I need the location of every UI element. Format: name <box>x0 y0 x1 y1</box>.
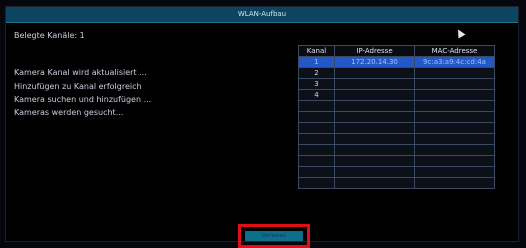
table-row[interactable] <box>298 144 495 156</box>
cell-mac <box>414 67 495 79</box>
cell-mac: 9c:a3:a9:4c:cd:4a <box>414 56 495 68</box>
cell-mac <box>414 133 495 145</box>
table-row[interactable]: 2 <box>298 67 495 79</box>
column-header-ip: IP-Adresse <box>334 45 415 57</box>
table-row[interactable] <box>298 111 495 123</box>
cell-mac <box>414 100 495 112</box>
cell-mac <box>414 177 495 189</box>
cell-mac <box>414 111 495 123</box>
cell-channel <box>298 155 335 167</box>
cell-channel <box>298 111 335 123</box>
cell-mac <box>414 144 495 156</box>
table-row[interactable] <box>298 133 495 145</box>
cell-mac <box>414 122 495 134</box>
highlight-box: Verlassen <box>238 224 310 248</box>
column-header-mac: MAC-Adresse <box>414 45 495 57</box>
table-row[interactable] <box>298 155 495 167</box>
table-row[interactable] <box>298 122 495 134</box>
cell-channel: 1 <box>298 56 335 68</box>
cell-channel <box>298 100 335 112</box>
cell-channel: 4 <box>298 89 335 101</box>
dialog-title: WLAN-Aufbau <box>6 7 518 23</box>
cell-mac <box>414 166 495 178</box>
channel-table: Kanal IP-Adresse MAC-Adresse 1 172.20.14.… <box>298 45 495 189</box>
table-row[interactable] <box>298 166 495 178</box>
wlan-setup-dialog: WLAN-Aufbau Belegte Kanäle: 1 Kamera Kan… <box>5 6 519 248</box>
cell-channel <box>298 177 335 189</box>
status-line: Hinzufügen zu Kanal erfolgreich <box>14 82 142 91</box>
cell-ip <box>334 166 415 178</box>
status-line: Kamera suchen und hinzufügen ... <box>14 95 152 104</box>
mouse-cursor-icon <box>454 27 466 39</box>
cell-channel: 2 <box>298 67 335 79</box>
table-header-row: Kanal IP-Adresse MAC-Adresse <box>298 45 495 57</box>
cell-ip <box>334 133 415 145</box>
table-row[interactable] <box>298 100 495 112</box>
cell-ip: 172.20.14.30 <box>334 56 415 68</box>
cell-ip <box>334 89 415 101</box>
table-row[interactable]: 3 <box>298 78 495 90</box>
cell-ip <box>334 111 415 123</box>
table-row[interactable]: 4 <box>298 89 495 101</box>
cell-ip <box>334 144 415 156</box>
cell-mac <box>414 155 495 167</box>
cell-ip <box>334 67 415 79</box>
cell-ip <box>334 155 415 167</box>
cell-channel <box>298 133 335 145</box>
table-row[interactable]: 1 172.20.14.30 9c:a3:a9:4c:cd:4a <box>298 56 495 68</box>
cell-mac <box>414 89 495 101</box>
status-line: Kameras werden gesucht... <box>14 108 124 117</box>
cell-channel <box>298 144 335 156</box>
cell-channel <box>298 122 335 134</box>
cell-ip <box>334 100 415 112</box>
cell-ip <box>334 122 415 134</box>
status-line: Kamera Kanal wird aktualisiert ... <box>14 68 147 77</box>
table-row[interactable] <box>298 177 495 189</box>
cell-channel: 3 <box>298 78 335 90</box>
cell-channel <box>298 166 335 178</box>
cell-mac <box>414 78 495 90</box>
exit-button[interactable]: Verlassen <box>245 231 303 241</box>
occupied-channels-label: Belegte Kanäle: 1 <box>14 31 85 40</box>
cell-ip <box>334 78 415 90</box>
column-header-channel: Kanal <box>298 45 335 57</box>
cell-ip <box>334 177 415 189</box>
